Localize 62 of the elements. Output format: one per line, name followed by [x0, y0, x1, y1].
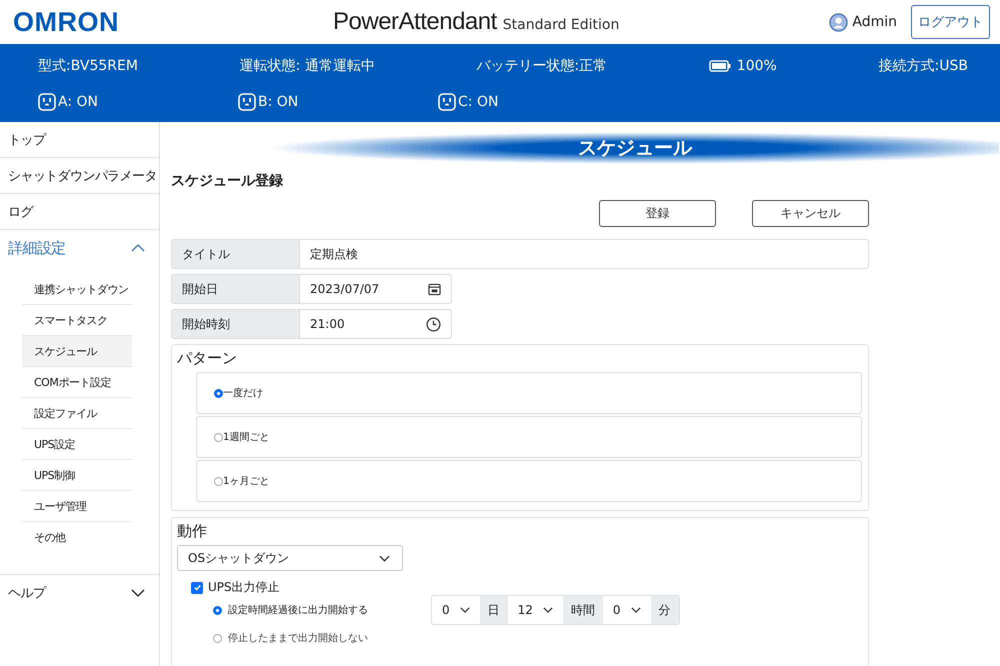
action-dropdown[interactable]: OSシャットダウン: [177, 545, 403, 571]
pattern-option[interactable]: 1週間ごと: [196, 416, 862, 458]
status-text: 接続方式:USB: [878, 57, 968, 75]
panel-title: 動作: [177, 522, 208, 541]
radio-button[interactable]: [214, 432, 223, 442]
checkbox-label: UPS出力停止: [208, 579, 280, 596]
register-button[interactable]: 登録: [599, 200, 716, 227]
outlet-icon: [38, 93, 56, 111]
radio-button[interactable]: [213, 634, 222, 642]
nav-subitem[interactable]: その他: [22, 522, 132, 552]
checkbox[interactable]: [191, 582, 203, 594]
battery-icon: [708, 60, 731, 72]
radio-button[interactable]: [214, 388, 223, 398]
outlet-status: A: ON: [58, 94, 98, 110]
pattern-option[interactable]: 1ヶ月ごと: [196, 460, 862, 502]
logout-button[interactable]: ログアウト: [911, 5, 990, 39]
unit-label: 日: [480, 596, 508, 624]
user-icon: [829, 12, 848, 32]
number-dropdown[interactable]: 0: [602, 596, 651, 624]
chevron-down-icon: [131, 588, 145, 596]
chevron-down-icon: [630, 607, 641, 613]
radio-label: 設定時間経過後に出力開始する: [228, 604, 368, 617]
outlet-status: B: ON: [258, 94, 298, 110]
nav-item[interactable]: トップ: [0, 122, 159, 158]
pattern-option[interactable]: 一度だけ: [196, 372, 862, 414]
product-name: PowerAttendant: [333, 8, 497, 36]
nav-subitem[interactable]: ユーザ管理: [22, 491, 132, 522]
check-icon: [192, 583, 202, 592]
status-text: 型式:BV55REM: [38, 57, 138, 75]
nav-item[interactable]: ログ: [0, 194, 159, 230]
outlet-icon: [438, 93, 456, 111]
unit-label: 分: [650, 596, 679, 624]
nav-item[interactable]: 詳細設定: [0, 230, 159, 266]
status-text: バッテリー状態:正常: [476, 57, 608, 75]
nav-item[interactable]: ヘルプ: [0, 575, 159, 610]
number-dropdown[interactable]: 12: [508, 596, 563, 624]
chevron-down-icon: [379, 554, 390, 562]
nav-subitem[interactable]: 連携シャットダウン: [22, 274, 132, 305]
outlet-icon: [238, 93, 256, 111]
nav-subitem[interactable]: COMポート設定: [22, 367, 132, 398]
radio-button[interactable]: [214, 476, 223, 486]
radio-button[interactable]: [213, 606, 222, 614]
user-name: Admin: [852, 14, 897, 30]
unit-label: 時間: [562, 596, 603, 624]
nav-subitem[interactable]: 設定ファイル: [22, 398, 132, 429]
cancel-button[interactable]: キャンセル: [752, 200, 869, 227]
panel-title: パターン: [177, 349, 238, 368]
chevron-up-icon: [131, 244, 145, 252]
radio-label: 停止したままで出力開始しない: [228, 632, 368, 645]
edition-label: Standard Edition: [502, 17, 620, 33]
section-title: スケジュール登録: [171, 172, 284, 190]
status-text: 100%: [736, 58, 777, 74]
chevron-down-icon: [460, 607, 470, 613]
outlet-status: C: ON: [458, 94, 498, 110]
nav-subitem[interactable]: UPS設定: [22, 429, 132, 460]
nav-item[interactable]: シャットダウンパラメータ: [0, 158, 159, 194]
number-dropdown[interactable]: 0: [432, 596, 480, 624]
logo: OMRON: [13, 6, 120, 38]
nav-subitem[interactable]: スケジュール: [22, 336, 132, 367]
chevron-down-icon: [542, 607, 553, 613]
nav-subitem[interactable]: UPS制御: [22, 460, 132, 491]
status-text: 運転状態: 通常運転中: [240, 57, 375, 75]
